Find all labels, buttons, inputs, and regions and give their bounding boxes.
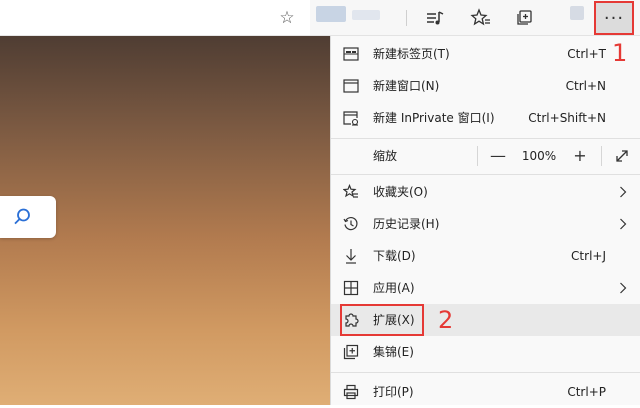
fullscreen-button[interactable] xyxy=(607,140,637,172)
zoom-separator xyxy=(601,146,602,166)
menu-item-label: 下载(D) xyxy=(373,249,416,263)
menu-item-new-inprivate[interactable]: 新建 InPrivate 窗口(I) Ctrl+Shift+N xyxy=(331,102,640,134)
menu-item-apps[interactable]: 应用(A) xyxy=(331,272,640,304)
menu-item-label: 应用(A) xyxy=(373,281,415,295)
menu-divider xyxy=(331,174,640,175)
menu-item-collections[interactable]: 集锦(E) xyxy=(331,336,640,368)
search-box[interactable] xyxy=(0,196,56,238)
zoom-in-button[interactable]: + xyxy=(565,140,595,172)
menu-item-label: 新建 InPrivate 窗口(I) xyxy=(373,111,495,125)
history-icon xyxy=(343,216,359,232)
menu-item-history[interactable]: 历史记录(H) xyxy=(331,208,640,240)
blurred-tab-icon xyxy=(352,10,380,20)
annotation-highlight-box xyxy=(340,304,424,336)
chevron-right-icon xyxy=(619,282,627,294)
annotation-step-1: 1 xyxy=(612,39,628,67)
search-icon[interactable] xyxy=(12,207,32,227)
address-bar[interactable]: ☆ xyxy=(0,0,310,36)
print-icon xyxy=(343,384,359,400)
menu-divider xyxy=(331,138,640,139)
annotation-step-2: 2 xyxy=(438,306,454,334)
menu-item-favorites[interactable]: 收藏夹(O) xyxy=(331,176,640,208)
collections-menu-icon xyxy=(343,344,359,360)
inprivate-icon xyxy=(343,110,359,126)
menu-item-downloads[interactable]: 下载(D) Ctrl+J xyxy=(331,240,640,272)
menu-item-label: 历史记录(H) xyxy=(373,217,440,231)
menu-item-label: 新建标签页(T) xyxy=(373,47,450,61)
zoom-row: 缩放 — 100% + xyxy=(331,140,640,172)
menu-item-shortcut: Ctrl+J xyxy=(571,249,606,263)
more-icon[interactable]: ··· xyxy=(594,1,634,35)
new-window-icon xyxy=(343,78,359,94)
new-tab-icon xyxy=(343,46,359,62)
menu-item-label: 打印(P) xyxy=(373,385,414,399)
toolbar-separator xyxy=(406,10,407,26)
zoom-label: 缩放 xyxy=(373,149,398,163)
blurred-profile-icon xyxy=(570,6,584,20)
menu-item-new-tab[interactable]: 新建标签页(T) Ctrl+T xyxy=(331,38,640,70)
zoom-value: 100% xyxy=(521,149,557,163)
fullscreen-icon xyxy=(616,150,628,162)
blurred-tab-icon xyxy=(316,6,346,22)
zoom-separator xyxy=(477,146,478,166)
menu-item-shortcut: Ctrl+T xyxy=(567,47,606,61)
menu-item-label: 集锦(E) xyxy=(373,345,414,359)
menu-item-shortcut: Ctrl+N xyxy=(565,79,606,93)
favorites-star-icon xyxy=(342,183,359,200)
apps-icon xyxy=(343,280,359,296)
page-background xyxy=(0,36,330,405)
chevron-right-icon xyxy=(619,218,627,230)
reading-list-icon[interactable] xyxy=(424,8,446,28)
menu-item-label: 新建窗口(N) xyxy=(373,79,440,93)
browser-toolbar: ☆ ··· xyxy=(0,0,640,36)
chevron-right-icon xyxy=(619,186,627,198)
zoom-out-button[interactable]: — xyxy=(483,140,513,172)
favorites-icon[interactable] xyxy=(470,8,492,28)
menu-item-label: 收藏夹(O) xyxy=(373,185,428,199)
download-icon xyxy=(343,248,359,264)
menu-divider xyxy=(331,372,640,373)
collections-icon[interactable] xyxy=(514,8,536,28)
settings-menu: 新建标签页(T) Ctrl+T 新建窗口(N) Ctrl+N 新建 InPriv… xyxy=(330,36,640,405)
menu-item-new-window[interactable]: 新建窗口(N) Ctrl+N xyxy=(331,70,640,102)
menu-item-print[interactable]: 打印(P) Ctrl+P xyxy=(331,376,640,408)
menu-item-shortcut: Ctrl+P xyxy=(567,385,606,399)
star-icon[interactable]: ☆ xyxy=(278,9,296,27)
menu-item-shortcut: Ctrl+Shift+N xyxy=(528,111,606,125)
